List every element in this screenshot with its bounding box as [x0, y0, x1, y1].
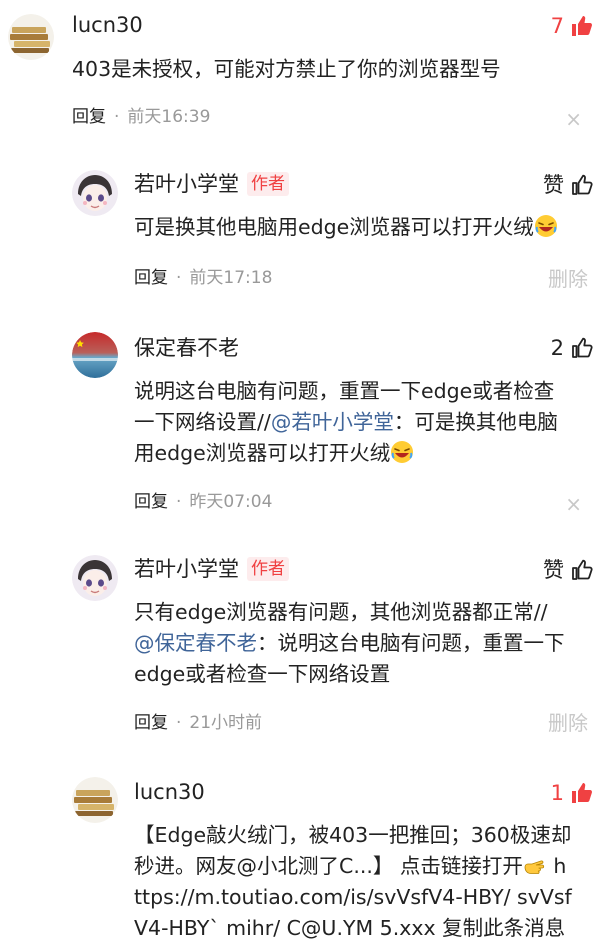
- reply-button[interactable]: 回复: [134, 492, 168, 512]
- delete-button[interactable]: 删除: [548, 711, 588, 735]
- thumbs-up-filled-icon: [572, 16, 592, 36]
- avatar[interactable]: [72, 555, 118, 601]
- anime-avatar-image: [72, 555, 118, 601]
- username[interactable]: lucn30: [134, 779, 205, 805]
- like-button[interactable]: 赞: [543, 557, 594, 583]
- like-label: 赞: [543, 173, 564, 197]
- comment-text: 【Edge敲火绒门，被403一把推回；360极速却 秒进。网友@小北测了C...…: [134, 823, 572, 940]
- comment-text: 403是未授权，可能对方禁止了你的浏览器型号: [72, 57, 501, 81]
- like-button[interactable]: 2: [551, 335, 594, 361]
- landscape-avatar-image: [72, 332, 118, 378]
- username[interactable]: 若叶小学堂 作者: [134, 171, 289, 197]
- mention-link[interactable]: @保定春不老: [134, 631, 257, 655]
- dismiss-button[interactable]: ×: [565, 108, 582, 130]
- timestamp: 21小时前: [189, 713, 263, 733]
- avatar[interactable]: [72, 777, 118, 823]
- comment-meta: 回复 · 昨天07:04: [134, 492, 273, 512]
- reply-button[interactable]: 回复: [134, 268, 168, 288]
- thumbs-up-icon: [572, 337, 593, 358]
- anime-avatar-image: [72, 170, 118, 216]
- avatar[interactable]: [72, 332, 118, 378]
- like-count: 7: [550, 14, 564, 38]
- timestamp: 前天16:39: [127, 107, 211, 127]
- avatar[interactable]: [8, 14, 54, 60]
- comment-meta: 回复 · 前天17:18: [134, 268, 273, 288]
- author-badge: 作者: [247, 557, 289, 581]
- comment-item: lucn30 7 403是未授权，可能对方禁止了你的浏览器型号 回复 · 前天16:…: [0, 0, 606, 140]
- timestamp: 前天17:18: [189, 268, 273, 288]
- mention-link[interactable]: @若叶小学堂: [271, 410, 394, 434]
- username[interactable]: 保定春不老: [134, 335, 239, 361]
- comment-text: 说明这台电脑有问题，重置一下edge或者检查 一下网络设置//@若叶小学堂：可是…: [134, 379, 558, 465]
- thumbs-up-filled-icon: [572, 783, 592, 803]
- reply-button[interactable]: 回复: [134, 713, 168, 733]
- reply-button[interactable]: 回复: [72, 107, 106, 127]
- comment-meta: 回复 · 21小时前: [134, 713, 263, 733]
- like-label: 赞: [543, 558, 564, 582]
- comment-text: 只有edge浏览器有问题，其他浏览器都正常// @保定春不老：说明这台电脑有问题…: [134, 600, 565, 686]
- thumbs-up-icon: [572, 174, 593, 195]
- like-button[interactable]: 7: [551, 13, 594, 39]
- username[interactable]: lucn30: [72, 12, 143, 38]
- like-count: 1: [550, 781, 564, 805]
- avatar[interactable]: [72, 170, 118, 216]
- timestamp: 昨天07:04: [189, 492, 273, 512]
- laughing-emoji-icon: [391, 441, 414, 463]
- thumbs-up-icon: [572, 559, 593, 580]
- like-count: 2: [550, 336, 564, 360]
- books-avatar-image: [72, 777, 118, 823]
- laughing-emoji-icon: [534, 215, 557, 237]
- author-badge: 作者: [247, 172, 289, 196]
- delete-button[interactable]: 删除: [548, 267, 588, 291]
- like-button[interactable]: 赞: [543, 172, 594, 198]
- comment-meta: 回复 · 前天16:39: [72, 107, 211, 127]
- dismiss-button[interactable]: ×: [565, 493, 582, 515]
- books-avatar-image: [8, 14, 54, 60]
- pointing-hand-emoji-icon: [524, 860, 544, 874]
- username[interactable]: 若叶小学堂 作者: [134, 556, 289, 582]
- like-button[interactable]: 1: [551, 780, 594, 806]
- comment-text: 可是换其他电脑用edge浏览器可以打开火绒: [134, 212, 558, 243]
